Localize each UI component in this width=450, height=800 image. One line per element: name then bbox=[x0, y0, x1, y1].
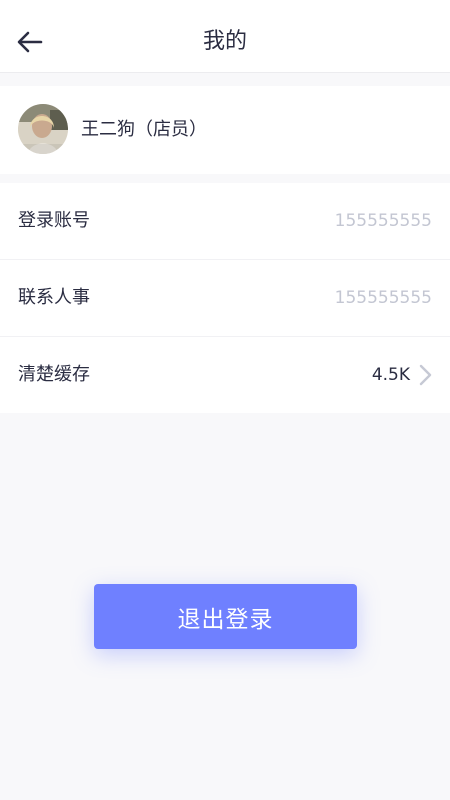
settings-list: 登录账号 155555555 联系人事 155555555 清楚缓存 4.5K bbox=[0, 183, 450, 413]
row-label: 登录账号 bbox=[18, 210, 90, 231]
row-label: 联系人事 bbox=[18, 287, 90, 308]
logout-label: 退出登录 bbox=[177, 606, 274, 633]
row-value: 155555555 bbox=[334, 288, 432, 308]
profile-name: 王二狗（店员） bbox=[81, 119, 207, 140]
profile-card[interactable]: 王二狗（店员） bbox=[0, 86, 450, 174]
row-value: 155555555 bbox=[334, 211, 432, 231]
row-label: 清楚缓存 bbox=[18, 364, 90, 385]
settings-row-account[interactable]: 登录账号 155555555 bbox=[0, 183, 450, 260]
avatar bbox=[18, 104, 68, 154]
avatar-photo bbox=[18, 104, 68, 154]
settings-row-clear-cache[interactable]: 清楚缓存 4.5K bbox=[0, 337, 450, 413]
chevron-right-icon bbox=[419, 364, 432, 386]
page: 我的 王二狗（店员） 登录账号 155555555 联系人事 155555555 bbox=[0, 0, 450, 800]
settings-row-contact[interactable]: 联系人事 155555555 bbox=[0, 260, 450, 337]
page-title: 我的 bbox=[202, 29, 247, 54]
top-bar: 我的 bbox=[0, 0, 450, 73]
logout-button[interactable]: 退出登录 bbox=[94, 584, 357, 649]
row-value: 4.5K bbox=[371, 365, 410, 385]
